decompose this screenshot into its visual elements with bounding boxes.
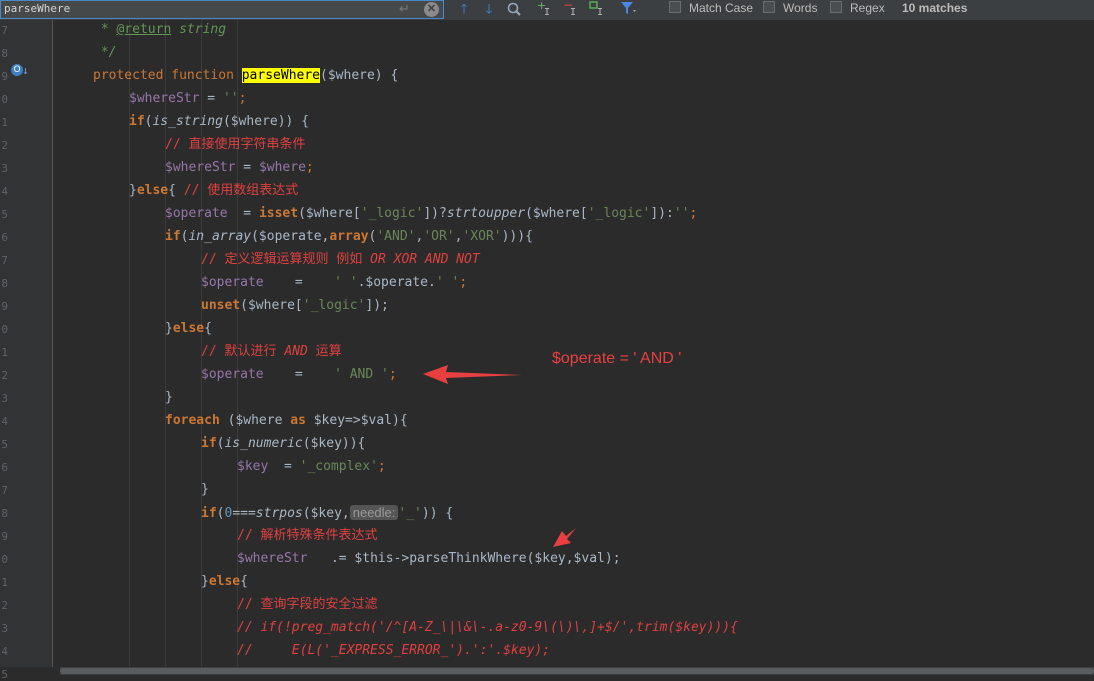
search-input[interactable]: parseWhere ↵ ✕ xyxy=(0,0,444,19)
code-line: // 直接使用字符串条件 xyxy=(165,137,306,152)
line-number: 4 xyxy=(1,415,8,428)
select-all-occurrences-icon[interactable]: I xyxy=(588,0,608,18)
code-line: * @return string xyxy=(93,22,227,37)
code-line: if(in_array($operate,array('AND','OR','X… xyxy=(165,229,533,244)
filter-icon[interactable] xyxy=(618,0,638,18)
code-line: $operate = isset($where['_logic'])?strto… xyxy=(165,206,698,221)
code-line: unset($where['_logic']); xyxy=(201,298,389,313)
code-line: // E(L('_EXPRESS_ERROR_').':'.$key); xyxy=(237,643,551,658)
line-number: 0 xyxy=(1,553,8,566)
svg-text:I: I xyxy=(570,7,576,16)
search-query: parseWhere xyxy=(4,2,71,15)
line-number: 7 xyxy=(1,24,8,37)
code-line: }else{ xyxy=(201,574,248,589)
code-line: $whereStr .= $this->parseThinkWhere($key… xyxy=(237,551,621,566)
next-match-icon[interactable]: 🡓 xyxy=(481,0,497,18)
line-number: 3 xyxy=(1,392,8,405)
code-line: } xyxy=(165,390,173,405)
line-number: 2 xyxy=(1,599,8,612)
line-number: 7 xyxy=(1,484,8,497)
line-number: 3 xyxy=(1,162,8,175)
clear-search-icon[interactable]: ✕ xyxy=(424,2,439,17)
words-checkbox[interactable] xyxy=(763,1,775,13)
words-label[interactable]: Words xyxy=(783,1,817,15)
code-line: }else{ xyxy=(165,321,212,336)
code-line: } xyxy=(201,482,209,497)
regex-label[interactable]: Regex xyxy=(850,1,885,15)
line-number: 6 xyxy=(1,461,8,474)
code-line: // 查询字段的安全过滤 xyxy=(237,597,378,612)
line-number: 8 xyxy=(1,47,8,60)
code-line: foreach ($where as $key=>$val){ xyxy=(165,413,408,428)
code-line: if(0===strpos($key, needle: '_')) { xyxy=(201,505,454,521)
implemented-arrow-icon: ↓ xyxy=(22,64,29,77)
code-line: */ xyxy=(93,45,117,60)
line-number: 2 xyxy=(1,139,8,152)
line-number: 1 xyxy=(1,576,8,589)
search-match-highlight: parseWhere xyxy=(241,68,321,83)
parameter-hint: needle: xyxy=(349,505,399,520)
regex-checkbox[interactable] xyxy=(830,1,842,13)
code-line: $operate = ' '.$operate.' '; xyxy=(201,275,468,290)
add-occurrence-icon[interactable]: + I xyxy=(536,0,556,18)
line-number: 9 xyxy=(1,530,8,543)
enter-icon: ↵ xyxy=(399,1,410,16)
line-number: 0 xyxy=(1,323,8,336)
line-number: 4 xyxy=(1,185,8,198)
line-number: 0 xyxy=(1,93,8,106)
svg-text:I: I xyxy=(597,7,603,16)
annotation-label: $operate = ' AND ' xyxy=(552,350,682,367)
line-number: 8 xyxy=(1,507,8,520)
line-number: 3 xyxy=(1,622,8,635)
match-case-label[interactable]: Match Case xyxy=(689,1,753,15)
code-line: // 解析特殊条件表达式 xyxy=(237,528,378,543)
line-number: 9 xyxy=(1,70,8,83)
find-in-path-icon[interactable] xyxy=(505,0,523,18)
line-number: 8 xyxy=(1,277,8,290)
line-number: 5 xyxy=(1,208,8,221)
line-number: 6 xyxy=(1,231,8,244)
code-editor[interactable]: * @return string */ protected function p… xyxy=(53,20,1094,667)
code-line: $key = '_complex'; xyxy=(237,459,386,474)
horizontal-scrollbar[interactable] xyxy=(60,667,1094,675)
svg-text:I: I xyxy=(544,7,550,16)
line-number: 4 xyxy=(1,645,8,658)
find-toolbar: parseWhere ↵ ✕ 🡑 🡓 + I − I I Match Case Wo… xyxy=(0,0,1094,21)
editor-gutter: 78901234567890123456789012345 O ↓ xyxy=(0,20,53,681)
match-count: 10 matches xyxy=(902,1,968,15)
line-number: 2 xyxy=(1,369,8,382)
code-line: protected function parseWhere($where) { xyxy=(93,68,399,83)
code-line: $whereStr = $where; xyxy=(165,160,314,175)
code-line: // if(!preg_match('/^[A-Z_\|\&\-.a-z0-9\… xyxy=(237,620,738,635)
line-number: 7 xyxy=(1,254,8,267)
code-line: $whereStr = ''; xyxy=(129,91,247,106)
code-line: // 定义逻辑运算规则 例如 OR XOR AND NOT xyxy=(201,252,480,267)
line-number: 9 xyxy=(1,300,8,313)
previous-match-icon[interactable]: 🡑 xyxy=(456,0,472,18)
code-line: if(is_string($where)) { xyxy=(129,114,310,129)
code-line: // 默认进行 AND 运算 xyxy=(201,344,342,359)
remove-occurrence-icon[interactable]: − I xyxy=(562,0,582,18)
line-number: 5 xyxy=(1,438,8,451)
code-line: $operate = ' AND '; xyxy=(201,367,397,382)
code-line: if(is_numeric($key)){ xyxy=(201,436,366,451)
line-number: 1 xyxy=(1,346,8,359)
line-number: 1 xyxy=(1,116,8,129)
code-line: }else{ // 使用数组表达式 xyxy=(129,183,299,198)
scrollbar-thumb[interactable] xyxy=(60,668,1094,674)
match-case-checkbox[interactable] xyxy=(669,1,681,13)
